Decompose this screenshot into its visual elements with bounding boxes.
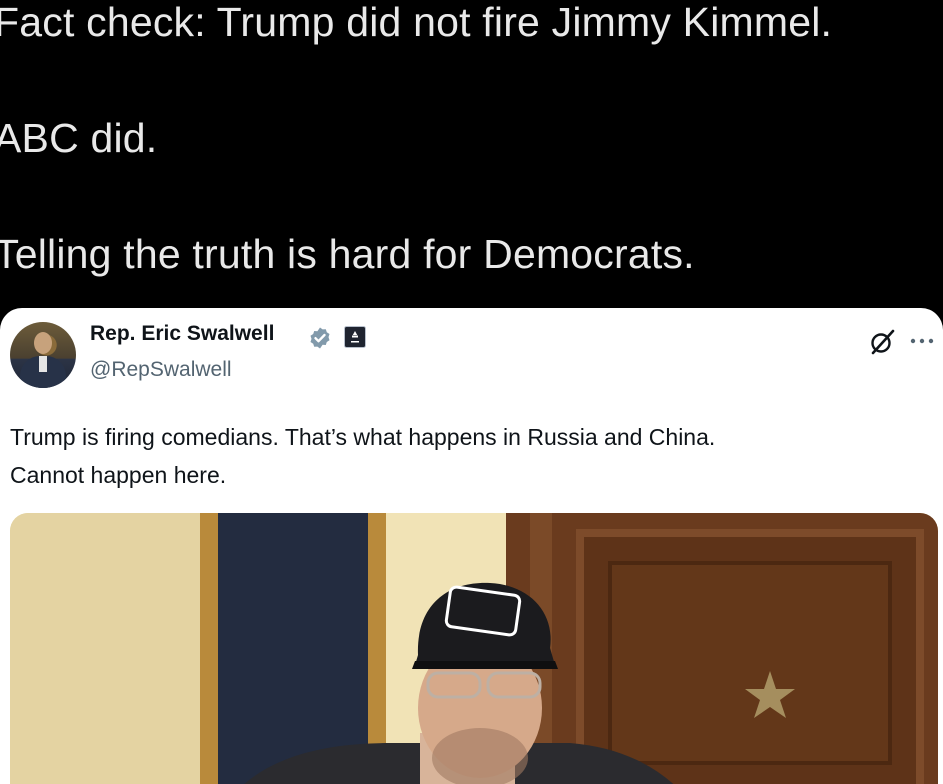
more-options-icon[interactable] xyxy=(908,334,936,348)
tweet-media-image[interactable] xyxy=(10,513,938,784)
post-text-line-2: ABC did. xyxy=(0,115,158,161)
post-text-line-3: Telling the truth is hard for Democrats. xyxy=(0,231,695,277)
avatar-head xyxy=(34,332,52,354)
author-name[interactable]: Rep. Eric Swalwell xyxy=(90,322,274,346)
government-affiliation-icon xyxy=(344,326,366,348)
quoted-tweet-text: Trump is firing comedians. That’s what h… xyxy=(10,418,930,494)
grok-icon[interactable] xyxy=(868,328,896,356)
quoted-tweet-card[interactable]: Rep. Eric Swalwell @RepSwalwell Trump is… xyxy=(0,308,943,784)
quoted-tweet-text-line-2: Cannot happen here. xyxy=(10,462,227,488)
author-handle[interactable]: @RepSwalwell xyxy=(90,358,232,382)
avatar-shirt xyxy=(39,356,47,372)
post-text-line-1: Fact check: Trump did not fire Jimmy Kim… xyxy=(0,0,833,45)
quoted-tweet-text-line-1: Trump is firing comedians. That’s what h… xyxy=(10,424,716,450)
media-illustration xyxy=(10,513,938,784)
verified-badge-icon xyxy=(310,327,330,349)
avatar[interactable] xyxy=(10,322,76,388)
